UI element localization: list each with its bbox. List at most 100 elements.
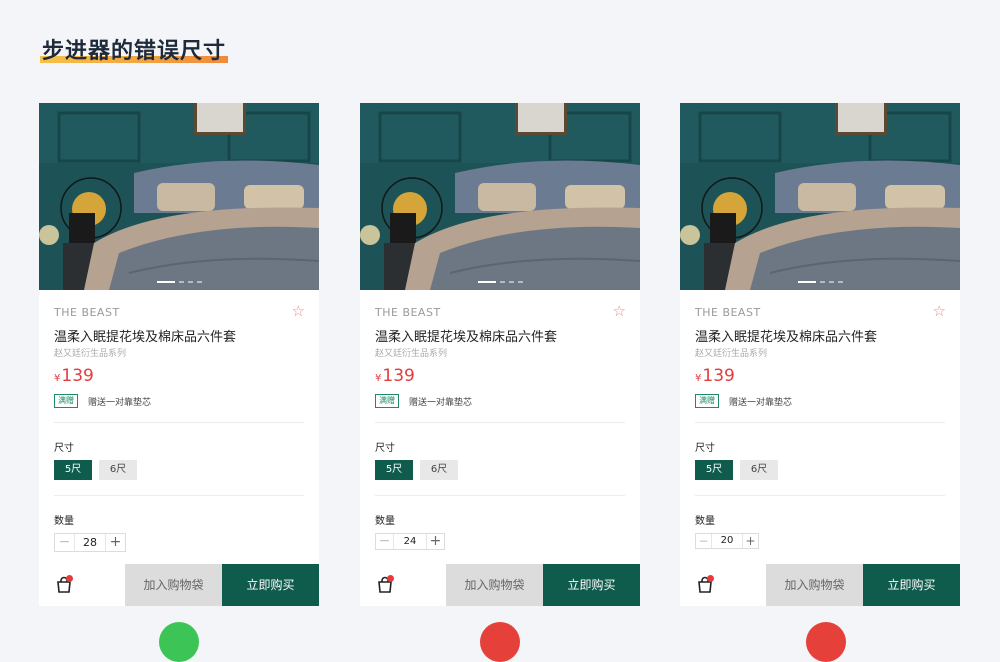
size-options: 5尺 6尺 <box>695 460 778 480</box>
size-option-6[interactable]: 6尺 <box>420 460 458 480</box>
correct-check-icon <box>159 622 199 662</box>
product-photo[interactable] <box>680 103 960 290</box>
size-option-5[interactable]: 5尺 <box>375 460 413 480</box>
carousel-dot[interactable] <box>828 281 834 283</box>
add-to-bag-button[interactable]: 加入购物袋 <box>446 564 543 606</box>
product-price: ¥139 <box>375 366 415 386</box>
carousel-dots[interactable] <box>680 281 960 283</box>
size-option-6[interactable]: 6尺 <box>740 460 778 480</box>
quantity-value[interactable]: 24 <box>393 534 427 549</box>
action-bar: 加入购物袋 立即购买 <box>39 564 319 606</box>
quantity-value[interactable]: 28 <box>74 534 106 551</box>
product-card-3: THE BEAST ☆ 温柔入眠提花埃及棉床品六件套 赵又廷衍生品系列 ¥139… <box>680 103 960 606</box>
decrement-button[interactable]: − <box>55 534 74 551</box>
decrement-button[interactable]: − <box>696 534 711 548</box>
quantity-label: 数量 <box>375 516 395 527</box>
quantity-label: 数量 <box>54 516 74 527</box>
divider <box>695 495 945 496</box>
carousel-dot[interactable] <box>819 281 825 283</box>
quantity-stepper: − 24 + <box>375 533 445 550</box>
promo-text: 赠送一对靠垫芯 <box>729 397 793 408</box>
carousel-dots[interactable] <box>39 281 319 283</box>
favorite-star-icon[interactable]: ☆ <box>613 304 626 319</box>
wrong-cross-icon <box>480 622 520 662</box>
brand-name: THE BEAST <box>375 306 441 319</box>
add-to-bag-button[interactable]: 加入购物袋 <box>125 564 222 606</box>
add-to-bag-button[interactable]: 加入购物袋 <box>766 564 863 606</box>
currency-symbol: ¥ <box>375 373 382 384</box>
currency-symbol: ¥ <box>695 373 702 384</box>
product-name: 温柔入眠提花埃及棉床品六件套 <box>375 330 558 345</box>
favorite-star-icon[interactable]: ☆ <box>933 304 946 319</box>
shopping-bag-button[interactable] <box>680 564 766 606</box>
page-title-wrap: 步进器的错误尺寸 <box>40 33 229 65</box>
divider <box>375 422 625 423</box>
product-name: 温柔入眠提花埃及棉床品六件套 <box>54 330 237 345</box>
carousel-dot[interactable] <box>499 281 505 283</box>
promo-tag: 满赠 <box>695 394 719 408</box>
product-series: 赵又廷衍生品系列 <box>54 349 127 359</box>
product-series: 赵又廷衍生品系列 <box>695 349 768 359</box>
size-option-5[interactable]: 5尺 <box>695 460 733 480</box>
product-series: 赵又廷衍生品系列 <box>375 349 448 359</box>
divider <box>375 495 625 496</box>
size-label: 尺寸 <box>54 443 74 454</box>
promo-text: 赠送一对靠垫芯 <box>88 397 152 408</box>
carousel-dots[interactable] <box>360 281 640 283</box>
promo-row: 满赠 赠送一对靠垫芯 <box>695 394 792 408</box>
brand-name: THE BEAST <box>695 306 761 319</box>
promo-text: 赠送一对靠垫芯 <box>409 397 473 408</box>
brand-name: THE BEAST <box>54 306 120 319</box>
bedroom-image <box>360 103 640 290</box>
price-value: 139 <box>702 366 735 386</box>
product-price: ¥139 <box>695 366 735 386</box>
carousel-dot[interactable] <box>196 281 202 283</box>
buy-now-button[interactable]: 立即购买 <box>863 564 960 606</box>
promo-tag: 满赠 <box>54 394 78 408</box>
carousel-dot[interactable] <box>477 281 496 283</box>
increment-button[interactable]: + <box>427 534 444 549</box>
carousel-dot[interactable] <box>156 281 175 283</box>
divider <box>695 422 945 423</box>
bedroom-image <box>680 103 960 290</box>
promo-row: 满赠 赠送一对靠垫芯 <box>54 394 151 408</box>
product-photo[interactable] <box>39 103 319 290</box>
promo-row: 满赠 赠送一对靠垫芯 <box>375 394 472 408</box>
buy-now-button[interactable]: 立即购买 <box>222 564 319 606</box>
quantity-stepper: − 20 + <box>695 533 759 549</box>
increment-button[interactable]: + <box>106 534 125 551</box>
product-photo[interactable] <box>360 103 640 290</box>
quantity-value[interactable]: 20 <box>711 534 743 548</box>
product-name: 温柔入眠提花埃及棉床品六件套 <box>695 330 878 345</box>
size-label: 尺寸 <box>375 443 395 454</box>
carousel-dot[interactable] <box>178 281 184 283</box>
carousel-dot[interactable] <box>508 281 514 283</box>
promo-tag: 满赠 <box>375 394 399 408</box>
size-options: 5尺 6尺 <box>375 460 458 480</box>
shopping-bag-button[interactable] <box>39 564 125 606</box>
price-value: 139 <box>61 366 94 386</box>
size-option-6[interactable]: 6尺 <box>99 460 137 480</box>
price-value: 139 <box>382 366 415 386</box>
buy-now-button[interactable]: 立即购买 <box>543 564 640 606</box>
product-card-2: THE BEAST ☆ 温柔入眠提花埃及棉床品六件套 赵又廷衍生品系列 ¥139… <box>360 103 640 606</box>
carousel-dot[interactable] <box>837 281 843 283</box>
bag-badge <box>387 575 394 582</box>
increment-button[interactable]: + <box>743 534 758 548</box>
quantity-label: 数量 <box>695 516 715 527</box>
product-card-1: THE BEAST ☆ 温柔入眠提花埃及棉床品六件套 赵又廷衍生品系列 ¥139… <box>39 103 319 606</box>
favorite-star-icon[interactable]: ☆ <box>292 304 305 319</box>
action-bar: 加入购物袋 立即购买 <box>680 564 960 606</box>
action-bar: 加入购物袋 立即购买 <box>360 564 640 606</box>
size-option-5[interactable]: 5尺 <box>54 460 92 480</box>
decrement-button[interactable]: − <box>376 534 393 549</box>
carousel-dot[interactable] <box>187 281 193 283</box>
carousel-dot[interactable] <box>517 281 523 283</box>
page-title: 步进器的错误尺寸 <box>42 39 227 64</box>
carousel-dot[interactable] <box>797 281 816 283</box>
shopping-bag-button[interactable] <box>360 564 446 606</box>
bedroom-image <box>39 103 319 290</box>
divider <box>54 495 304 496</box>
bag-badge <box>707 575 714 582</box>
divider <box>54 422 304 423</box>
